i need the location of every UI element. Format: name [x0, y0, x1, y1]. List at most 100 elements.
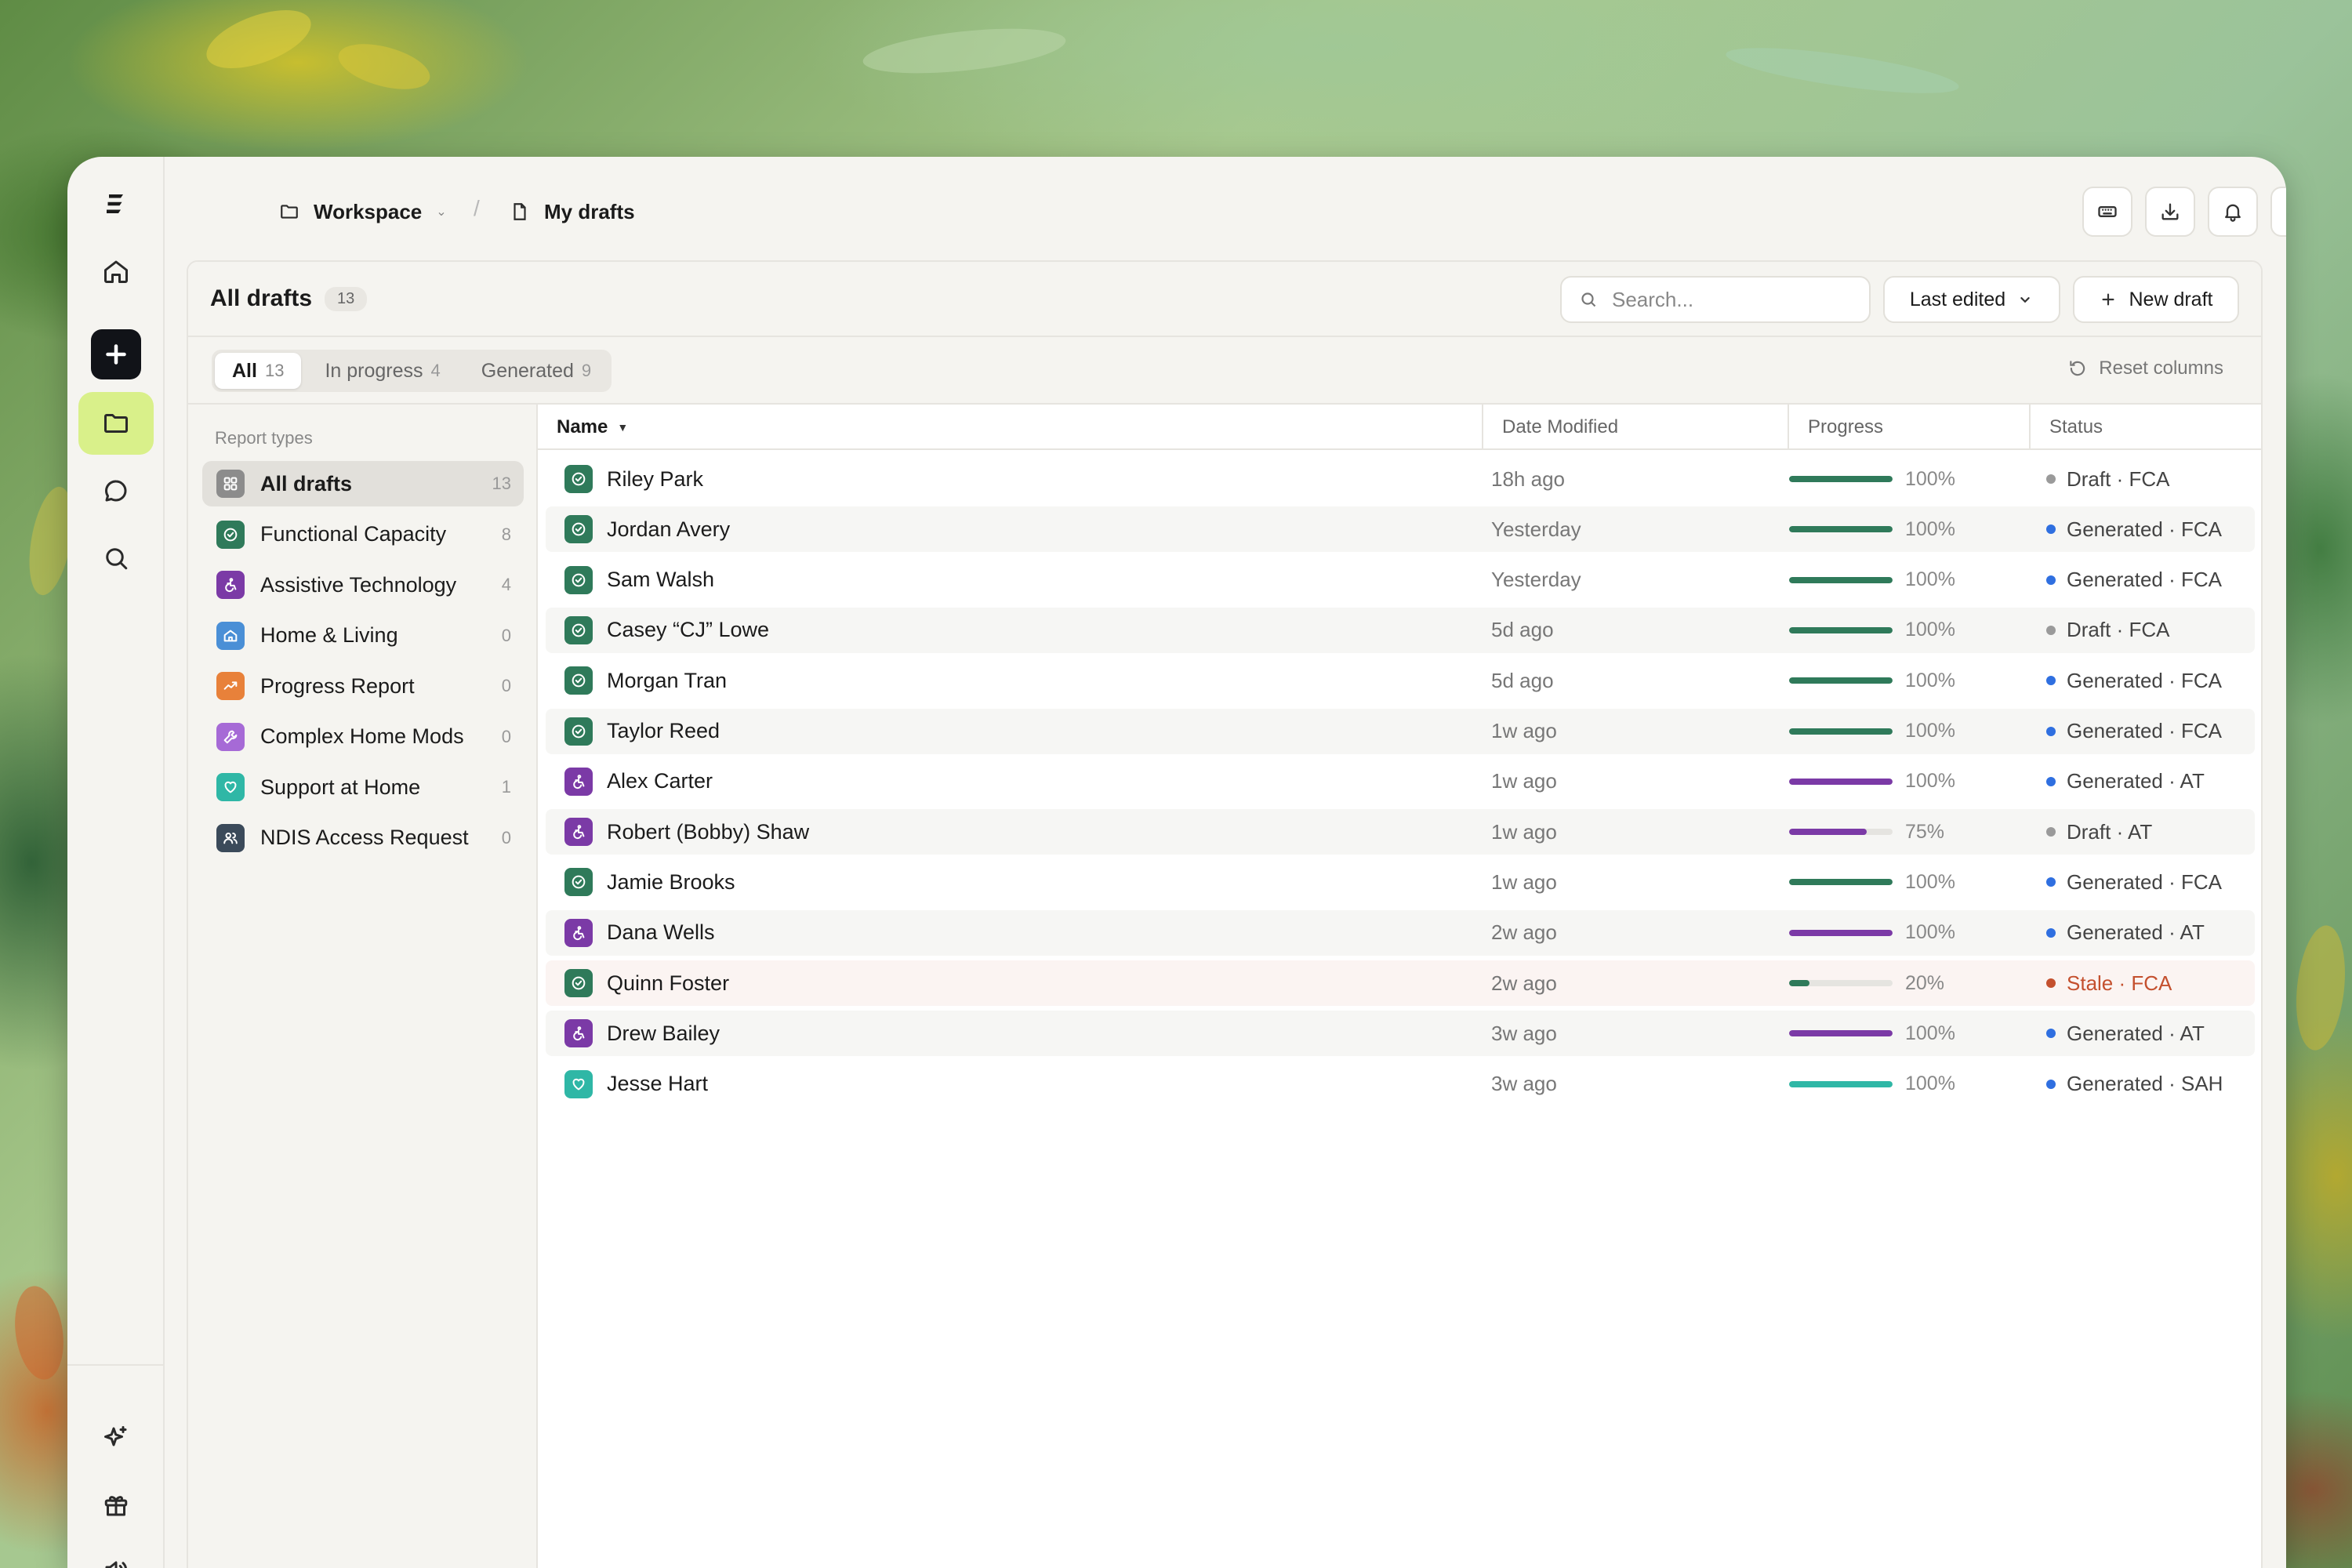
table-row[interactable]: Morgan Tran 5d ago 100% Generated · FCA	[546, 658, 2255, 703]
filter-tab-all[interactable]: All 13	[215, 353, 302, 389]
page-title-label: All drafts	[210, 285, 313, 311]
filter-tab-label: Generated	[481, 359, 574, 382]
drafts-table: Name ▼ Date Modified Progress Status Ril…	[538, 405, 2261, 1568]
folder-icon[interactable]	[78, 392, 154, 455]
sidebar-item-all-drafts[interactable]: All drafts 13	[202, 461, 524, 506]
draft-name[interactable]: Alex Carter	[607, 769, 713, 793]
draft-name[interactable]: Casey “CJ” Lowe	[607, 618, 769, 642]
name-cell: Alex Carter	[564, 759, 713, 804]
status-dot	[2046, 474, 2056, 484]
status-cell: Draft · AT	[2046, 809, 2152, 855]
column-header-date[interactable]: Date Modified	[1483, 405, 1789, 450]
table-row[interactable]: Casey “CJ” Lowe 5d ago 100% Draft · FCA	[546, 607, 2255, 653]
folder-icon	[281, 205, 298, 219]
sidebar-item-complex-home-mods[interactable]: Complex Home Mods 0	[202, 714, 524, 760]
status-cell: Generated · AT	[2046, 910, 2205, 956]
column-header-progress[interactable]: Progress	[1789, 405, 2031, 450]
filter-tab-in-progress[interactable]: In progress 4	[307, 353, 457, 389]
download-icon[interactable]	[2145, 187, 2195, 237]
speaker-icon[interactable]	[78, 1538, 154, 1568]
sidebar-item-functional-capacity[interactable]: Functional Capacity 8	[202, 512, 524, 557]
contrast-icon[interactable]	[2270, 187, 2286, 237]
search-icon[interactable]	[78, 527, 154, 590]
table-row[interactable]: Sam Walsh Yesterday 100% Generated · FCA	[546, 557, 2255, 603]
wheelchair-icon	[564, 767, 593, 796]
panel-header: All drafts 13 Last edited New draft	[188, 262, 2261, 337]
column-header-name[interactable]: Name ▼	[538, 405, 1483, 450]
draft-name[interactable]: Dana Wells	[607, 920, 715, 945]
table-row[interactable]: Jordan Avery Yesterday 100% Generated · FCA	[546, 506, 2255, 553]
sidebar-item-progress-report[interactable]: Progress Report 0	[202, 663, 524, 709]
date-cell: 2w ago	[1491, 960, 1557, 1006]
sparkle-icon[interactable]	[78, 1406, 154, 1469]
chat-icon[interactable]	[78, 459, 154, 522]
name-cell: Robert (Bobby) Shaw	[564, 809, 809, 855]
draft-name[interactable]: Robert (Bobby) Shaw	[607, 820, 809, 844]
table-row[interactable]: Drew Bailey 3w ago 100% Generated · AT	[546, 1011, 2255, 1057]
sidebar-item-count: 0	[501, 827, 511, 848]
sidebar-item-home-living[interactable]: Home & Living 0	[202, 613, 524, 659]
draft-name[interactable]: Riley Park	[607, 467, 703, 492]
sidebar-item-label: Support at Home	[260, 775, 421, 799]
search-box[interactable]	[1560, 276, 1871, 323]
table-row[interactable]: Quinn Foster 2w ago 20% Stale · FCA	[546, 960, 2255, 1006]
chevron-down-icon[interactable]: ⌄	[436, 204, 446, 220]
table-row[interactable]: Jamie Brooks 1w ago 100% Generated · FCA	[546, 859, 2255, 905]
draft-name[interactable]: Sam Walsh	[607, 568, 714, 592]
check-circle-icon	[564, 666, 593, 695]
search-icon	[1581, 292, 1596, 307]
sidebar-item-support-at-home[interactable]: Support at Home 1	[202, 764, 524, 810]
date-cell: 5d ago	[1491, 608, 1554, 653]
progress-cell: 100%	[1789, 456, 1955, 502]
bell-icon[interactable]	[2208, 187, 2258, 237]
status-label: Generated · FCA	[2067, 517, 2222, 541]
table-row[interactable]: Taylor Reed 1w ago 100% Generated · FCA	[546, 708, 2255, 754]
draft-name[interactable]: Jamie Brooks	[607, 870, 735, 895]
progress-bar	[1789, 677, 1893, 684]
table-row[interactable]: Alex Carter 1w ago 100% Generated · AT	[546, 759, 2255, 804]
table-row[interactable]: Riley Park 18h ago 100% Draft · FCA	[546, 456, 2255, 502]
draft-name[interactable]: Quinn Foster	[607, 971, 729, 996]
progress-fill	[1789, 526, 1893, 533]
date-modified: Yesterday	[1491, 568, 1581, 592]
reset-columns-button[interactable]: Reset columns	[2067, 358, 2223, 379]
sort-dropdown[interactable]: Last edited	[1883, 276, 2060, 323]
date-modified: 18h ago	[1491, 466, 1565, 491]
gift-icon[interactable]	[78, 1474, 154, 1537]
home-icon[interactable]	[78, 240, 154, 303]
date-modified: 3w ago	[1491, 1072, 1557, 1096]
table-row[interactable]: Jesse Hart 3w ago 100% Generated · SAH	[546, 1062, 2255, 1107]
column-header-status[interactable]: Status	[2031, 405, 2261, 450]
grid-icon	[216, 470, 245, 498]
logo-icon[interactable]	[78, 172, 154, 235]
keyboard-icon[interactable]	[2082, 187, 2132, 237]
progress-cell: 100%	[1789, 506, 1955, 552]
search-input[interactable]	[1612, 287, 1847, 312]
table-row[interactable]: Robert (Bobby) Shaw 1w ago 75% Draft · AT	[546, 809, 2255, 855]
progress-label: 100%	[1905, 720, 1955, 742]
breadcrumb-separator: /	[474, 196, 480, 220]
draft-name[interactable]: Jordan Avery	[607, 517, 730, 542]
status-label: Generated · AT	[2067, 920, 2205, 945]
table-row[interactable]: Dana Wells 2w ago 100% Generated · AT	[546, 909, 2255, 956]
sidebar-item-count: 8	[501, 524, 511, 544]
status-dot	[2046, 776, 2056, 786]
status-dot	[2046, 978, 2056, 988]
draft-name[interactable]: Drew Bailey	[607, 1022, 720, 1046]
progress-cell: 20%	[1789, 960, 1944, 1006]
heart-icon	[216, 773, 245, 801]
status-label: Generated · FCA	[2067, 568, 2222, 592]
breadcrumb-workspace[interactable]: Workspace ⌄	[279, 196, 447, 227]
draft-name[interactable]: Taylor Reed	[607, 719, 720, 743]
new-draft-button[interactable]: New draft	[2073, 276, 2239, 323]
draft-name[interactable]: Jesse Hart	[607, 1072, 708, 1096]
draft-name[interactable]: Morgan Tran	[607, 669, 727, 693]
status-dot	[2046, 676, 2056, 686]
progress-fill	[1789, 728, 1893, 735]
progress-bar	[1789, 728, 1893, 735]
create-button[interactable]	[91, 329, 141, 379]
sidebar-item-ndis-access-request[interactable]: NDIS Access Request 0	[202, 815, 524, 861]
sidebar-item-assistive-technology[interactable]: Assistive Technology 4	[202, 562, 524, 608]
filter-tab-generated[interactable]: Generated 9	[464, 353, 608, 389]
filter-tab-count: 13	[264, 361, 285, 380]
